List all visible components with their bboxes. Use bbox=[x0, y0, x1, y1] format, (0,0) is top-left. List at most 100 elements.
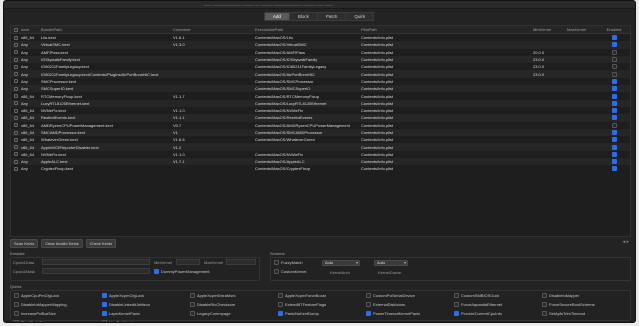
quirk-thirdpartydrives[interactable]: ThirdPartyDrives bbox=[14, 320, 51, 322]
quirk-legacycommpage[interactable]: LegacyCommpage bbox=[190, 311, 231, 316]
tab-quirk[interactable]: Quirk bbox=[345, 11, 375, 21]
cell-enabled[interactable] bbox=[602, 86, 624, 92]
cpuid1mask-field[interactable] bbox=[42, 268, 150, 274]
enabled-checkbox[interactable] bbox=[611, 71, 617, 77]
col-header-enabled[interactable]: Enabled bbox=[602, 27, 624, 32]
fuzzymatch-checkbox[interactable] bbox=[274, 260, 279, 265]
quirk-checkbox[interactable] bbox=[14, 302, 19, 307]
enabled-checkbox[interactable] bbox=[611, 86, 617, 92]
quirk-checkbox[interactable] bbox=[278, 311, 283, 316]
quirk-checkbox[interactable] bbox=[366, 311, 371, 316]
quirk-customsmbiosguid[interactable]: CustomSMBIOSGuid bbox=[454, 293, 499, 298]
col-header-arch[interactable]: Arch bbox=[19, 27, 39, 32]
quirk-panicnokextdump[interactable]: PanicNoKextDump bbox=[278, 311, 319, 316]
select-all-checkbox[interactable] bbox=[11, 27, 19, 32]
quirk-checkbox[interactable] bbox=[542, 293, 547, 298]
enabled-checkbox[interactable] bbox=[611, 122, 617, 128]
enabled-checkbox[interactable] bbox=[611, 115, 617, 121]
table-row[interactable]: x86_64 WhateverGreen.kext V1.6.6 Contents/M… bbox=[11, 136, 630, 143]
table-row[interactable]: Any SMCSuperIO.kext Contents/MacOS/SMCSupe… bbox=[11, 85, 630, 93]
enabled-checkbox[interactable] bbox=[611, 159, 617, 165]
col-header-bundlepath[interactable]: BundlePath bbox=[39, 27, 171, 32]
scroll-arrows[interactable]: ◂ ▸ bbox=[623, 239, 629, 245]
cell-enabled[interactable] bbox=[602, 57, 624, 63]
col-header-executablepath[interactable]: ExecutablePath bbox=[253, 27, 359, 32]
enabled-checkbox[interactable] bbox=[611, 130, 617, 135]
enabled-checkbox[interactable] bbox=[611, 35, 617, 41]
col-header-maxkernel[interactable]: MaxKernel bbox=[565, 27, 602, 32]
quirk-checkbox[interactable] bbox=[14, 320, 19, 322]
row-select-checkbox[interactable] bbox=[11, 50, 19, 55]
quirk-checkbox[interactable] bbox=[278, 293, 283, 298]
quirk-applexcpmcfglock[interactable]: AppleXcpmCfgLock bbox=[102, 293, 144, 298]
cell-enabled[interactable] bbox=[602, 78, 624, 84]
col-header-comment[interactable]: Comment bbox=[171, 27, 253, 32]
quirk-checkbox[interactable] bbox=[454, 293, 459, 298]
table-row[interactable]: x86_64 AMDRyzenCPUPowerManagement.kext V0.… bbox=[11, 122, 630, 129]
col-header-plistpath[interactable]: PlistPath bbox=[359, 27, 531, 32]
enabled-checkbox[interactable] bbox=[611, 166, 617, 172]
quirk-checkbox[interactable] bbox=[366, 293, 371, 298]
quirk-externaldiskicons[interactable]: ExternalDiskIcons bbox=[366, 302, 405, 307]
cell-enabled[interactable] bbox=[602, 49, 624, 55]
quirk-increasepcibarsize[interactable]: IncreasePciBarSize bbox=[14, 311, 56, 316]
cell-enabled[interactable] bbox=[602, 108, 624, 114]
table-row[interactable]: Any SMCProcessor.kext Contents/MacOS/SMCPr… bbox=[11, 78, 630, 85]
enabled-checkbox[interactable] bbox=[611, 93, 617, 99]
quirk-checkbox[interactable] bbox=[14, 293, 19, 298]
row-select-checkbox[interactable] bbox=[11, 115, 19, 120]
cell-enabled[interactable] bbox=[602, 137, 624, 143]
quirk-checkbox[interactable] bbox=[102, 293, 107, 298]
table-row[interactable]: Any CryptexFixup.kext Contents/MacOS/Crypt… bbox=[11, 165, 630, 172]
table-row[interactable]: x86_64 RestrictEvents.kext V1.1.1 Contents/… bbox=[11, 114, 630, 122]
row-select-checkbox[interactable] bbox=[11, 101, 19, 106]
dummypower-toggle[interactable]: DummyPowerManagement bbox=[154, 269, 209, 274]
table-row[interactable]: Any IOSkywalkFamily.kext Contents/MacOS/IO… bbox=[11, 55, 630, 64]
kernelarch-select[interactable]: Auto bbox=[322, 260, 360, 266]
table-row[interactable]: x86_64 NVMeFix.kext V1.1.0 Contents/MacOS/N… bbox=[11, 151, 630, 158]
emulate-minkernel-field[interactable] bbox=[176, 259, 200, 265]
quirk-lapickernelpanic[interactable]: LapicKernelPanic bbox=[102, 311, 140, 316]
row-select-checkbox[interactable] bbox=[11, 130, 19, 135]
quirk-powertimeoutkernelpanic[interactable]: PowerTimeoutKernelPanic bbox=[366, 311, 420, 316]
cpuid1data-field[interactable] bbox=[42, 259, 150, 265]
dummypower-checkbox[interactable] bbox=[154, 269, 159, 274]
table-row[interactable]: Any VirtualSMC.kext V1.3.0 Contents/MacOS/V… bbox=[11, 41, 630, 49]
quirk-providecurrentcpuinfo[interactable]: ProvideCurrentCpuInfo bbox=[454, 311, 502, 316]
row-select-checkbox[interactable] bbox=[11, 42, 19, 47]
row-select-checkbox[interactable] bbox=[11, 159, 19, 164]
quirk-checkbox[interactable] bbox=[542, 302, 547, 307]
row-select-checkbox[interactable] bbox=[11, 72, 19, 77]
scan-kexts-button[interactable]: Scan Kexts bbox=[10, 239, 39, 248]
enabled-checkbox[interactable] bbox=[611, 144, 617, 150]
table-row[interactable]: Any IO80211FamilyLegacy.kext/Contents/Plu… bbox=[11, 70, 630, 78]
quirk-extendbtfeatureflags[interactable]: ExtendBTFeatureFlags bbox=[278, 302, 326, 307]
kernelcache-select[interactable]: Auto bbox=[374, 260, 408, 266]
enabled-checkbox[interactable] bbox=[611, 64, 617, 70]
table-row[interactable]: x86_64 AppleMCEReporterDisabler.kext V1.2 C… bbox=[11, 143, 630, 151]
fuzzymatch-toggle[interactable]: FuzzyMatch bbox=[274, 260, 303, 265]
cell-enabled[interactable] bbox=[602, 42, 624, 48]
quirk-applecpupmcfglock[interactable]: AppleCpuPmCfgLock bbox=[14, 293, 59, 298]
enabled-checkbox[interactable] bbox=[611, 151, 617, 157]
cell-enabled[interactable] bbox=[602, 166, 624, 172]
quirk-forceaquantiaethernet[interactable]: ForceAquantiaEthernet bbox=[454, 302, 502, 307]
emulate-maxkernel-field[interactable] bbox=[226, 259, 256, 265]
quirk-xhciportlimit[interactable]: XhciPortLimit bbox=[102, 320, 133, 322]
row-select-checkbox[interactable] bbox=[11, 123, 19, 128]
row-select-checkbox[interactable] bbox=[11, 145, 19, 150]
enabled-checkbox[interactable] bbox=[611, 137, 617, 143]
check-kexts-button[interactable]: Check Kexts bbox=[85, 239, 117, 248]
cell-enabled[interactable] bbox=[602, 35, 624, 41]
row-select-checkbox[interactable] bbox=[11, 64, 19, 69]
cell-enabled[interactable] bbox=[602, 100, 624, 106]
cell-enabled[interactable] bbox=[602, 122, 624, 128]
table-row[interactable]: Any LucyRTL8125Ethernet.kext Contents/MacO… bbox=[11, 99, 630, 107]
row-select-checkbox[interactable] bbox=[11, 137, 19, 142]
tab-patch[interactable]: Patch bbox=[316, 11, 347, 21]
quirk-checkbox[interactable] bbox=[366, 302, 371, 307]
cell-enabled[interactable] bbox=[602, 130, 624, 135]
row-select-checkbox[interactable] bbox=[11, 94, 19, 99]
enabled-checkbox[interactable] bbox=[611, 100, 617, 106]
enabled-checkbox[interactable] bbox=[611, 42, 617, 48]
